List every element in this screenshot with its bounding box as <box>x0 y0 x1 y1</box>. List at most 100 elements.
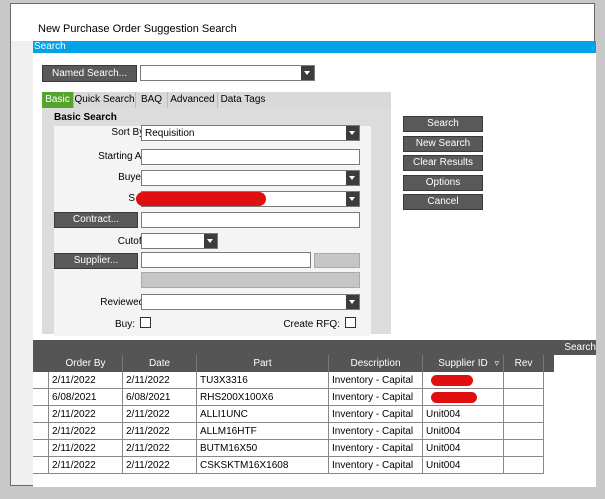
buy-label: Buy: <box>114 319 135 330</box>
redaction-mark <box>431 392 477 403</box>
search-header-bar: Search <box>33 41 596 53</box>
tab-basic[interactable]: Basic <box>42 92 74 108</box>
filter-icon[interactable]: ▿ <box>494 355 499 372</box>
supplier-input[interactable] <box>141 252 311 268</box>
cell-rev <box>504 457 544 474</box>
chevron-down-icon[interactable] <box>346 126 359 140</box>
cell-description: Inventory - Capital <box>329 423 423 440</box>
sort-by-label: Sort By: <box>111 127 147 138</box>
basic-search-panel: Basic Search Sort By: Requisition Starti… <box>42 108 391 336</box>
title-bar: New Purchase Order Suggestion Search <box>11 4 594 41</box>
contract-input[interactable] <box>141 212 360 228</box>
cutoff-date-combo[interactable] <box>141 233 218 249</box>
redaction-mark <box>136 192 266 206</box>
tab-data-tags[interactable]: Data Tags <box>218 92 268 108</box>
supplier-name-field <box>141 272 360 288</box>
search-dialog: New Purchase Order Suggestion Search Sea… <box>10 3 596 487</box>
reviewed-combo[interactable] <box>141 294 360 310</box>
cell-row-selector[interactable] <box>33 389 49 406</box>
cell-date: 2/11/2022 <box>123 372 197 389</box>
column-header-rev[interactable]: Rev <box>504 355 544 372</box>
cell-row-selector[interactable] <box>33 372 49 389</box>
table-row[interactable]: 2/11/2022 2/11/2022 BUTM16X50 Inventory - C… <box>33 440 554 457</box>
column-header-part[interactable]: Part <box>197 355 329 372</box>
table-row[interactable]: 6/08/2021 6/08/2021 RHS200X100X6 Inventory … <box>33 389 554 406</box>
site-label: S <box>128 193 135 204</box>
cell-rev <box>504 389 544 406</box>
cutoff-label: Cutoff: <box>117 236 147 247</box>
window-title: New Purchase Order Suggestion Search <box>38 23 237 35</box>
chevron-down-icon[interactable] <box>346 171 359 185</box>
column-header-order-by[interactable]: Order By <box>49 355 123 372</box>
new-search-button[interactable]: New Search <box>403 136 483 152</box>
cell-row-selector[interactable] <box>33 457 49 474</box>
cell-date: 2/11/2022 <box>123 440 197 457</box>
chevron-down-icon[interactable] <box>346 295 359 309</box>
cell-rev <box>504 423 544 440</box>
cell-description: Inventory - Capital <box>329 372 423 389</box>
cell-row-selector[interactable] <box>33 423 49 440</box>
tab-baq[interactable]: BAQ <box>136 92 168 108</box>
cell-order-by: 6/08/2021 <box>49 389 123 406</box>
table-row[interactable]: 2/11/2022 2/11/2022 CSKSKTM16X1608 Inventor… <box>33 457 554 474</box>
tab-advanced[interactable]: Advanced <box>168 92 218 108</box>
cell-description: Inventory - Capital <box>329 406 423 423</box>
column-header-date[interactable]: Date <box>123 355 197 372</box>
column-header-description[interactable]: Description <box>329 355 423 372</box>
cell-description: Inventory - Capital <box>329 389 423 406</box>
cell-row-selector[interactable] <box>33 406 49 423</box>
cell-rev <box>504 372 544 389</box>
cell-supplier-id: Unit004 <box>423 440 504 457</box>
cell-part: CSKSKTM16X1608 <box>197 457 329 474</box>
chevron-down-icon[interactable] <box>204 234 217 248</box>
grid-search-label: Search <box>564 342 596 353</box>
search-button[interactable]: Search <box>403 116 483 132</box>
named-search-combo[interactable] <box>140 65 315 81</box>
cell-supplier-id: Unit004 <box>423 423 504 440</box>
buy-checkbox[interactable] <box>140 317 151 328</box>
create-rfq-checkbox[interactable] <box>345 317 356 328</box>
clear-results-button[interactable]: Clear Results <box>403 155 483 171</box>
named-search-button[interactable]: Named Search... <box>42 65 137 82</box>
cell-order-by: 2/11/2022 <box>49 406 123 423</box>
cell-row-selector[interactable] <box>33 440 49 457</box>
cell-description: Inventory - Capital <box>329 457 423 474</box>
starting-at-input[interactable] <box>141 149 360 165</box>
cell-part: RHS200X100X6 <box>197 389 329 406</box>
cell-part: TU3X3316 <box>197 372 329 389</box>
search-tabs: Basic Quick Search BAQ Advanced Data Tag… <box>42 92 391 108</box>
table-row[interactable]: 2/11/2022 2/11/2022 ALLI1UNC Inventory - Ca… <box>33 406 554 423</box>
cell-part: ALLM16HTF <box>197 423 329 440</box>
table-row[interactable]: 2/11/2022 2/11/2022 TU3X3316 Inventory - Ca… <box>33 372 554 389</box>
results-grid: Search Order By Date Part Description Su… <box>33 340 596 487</box>
contract-button[interactable]: Contract... <box>54 212 138 228</box>
buyer-combo[interactable] <box>141 170 360 186</box>
cell-date: 2/11/2022 <box>123 406 197 423</box>
sort-by-combo[interactable]: Requisition <box>141 125 360 141</box>
cell-order-by: 2/11/2022 <box>49 457 123 474</box>
cell-order-by: 2/11/2022 <box>49 372 123 389</box>
cell-rev <box>504 440 544 457</box>
column-header-supplier-id[interactable]: Supplier ID ▿ <box>423 355 504 372</box>
supplier-button[interactable]: Supplier... <box>54 253 138 269</box>
cell-date: 2/11/2022 <box>123 457 197 474</box>
buyer-label: Buyer: <box>118 172 147 183</box>
cell-date: 2/11/2022 <box>123 423 197 440</box>
grid-top-bar: Search <box>33 340 596 355</box>
chevron-down-icon[interactable] <box>301 66 314 80</box>
redaction-mark <box>431 375 473 386</box>
tab-quick-search[interactable]: Quick Search <box>74 92 136 108</box>
cancel-button[interactable]: Cancel <box>403 194 483 210</box>
cell-supplier-id: Unit004 <box>423 406 504 423</box>
chevron-down-icon[interactable] <box>346 192 359 206</box>
supplier-extra-field <box>314 253 360 268</box>
cell-description: Inventory - Capital <box>329 440 423 457</box>
create-rfq-label: Create RFQ: <box>283 319 340 330</box>
supplier-id-header-label: Supplier ID <box>438 358 488 369</box>
table-row[interactable]: 2/11/2022 2/11/2022 ALLM16HTF Inventory - C… <box>33 423 554 440</box>
options-button[interactable]: Options <box>403 175 483 191</box>
cell-date: 6/08/2021 <box>123 389 197 406</box>
cell-rev <box>504 406 544 423</box>
cell-part: BUTM16X50 <box>197 440 329 457</box>
starting-at-label: Starting At: <box>98 151 147 162</box>
